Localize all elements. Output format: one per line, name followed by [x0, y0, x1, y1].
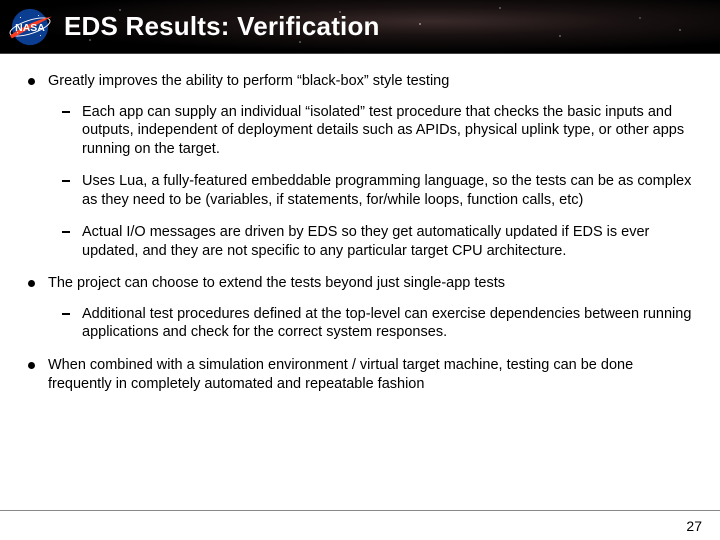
bullet-item: The project can choose to extend the tes…: [22, 274, 698, 342]
sub-bullet-list: Additional test procedures defined at th…: [48, 305, 698, 342]
slide-title: EDS Results: Verification: [64, 11, 380, 42]
bullet-text: Greatly improves the ability to perform …: [48, 73, 449, 89]
sub-bullet-text: Additional test procedures defined at th…: [82, 306, 691, 341]
bullet-text: The project can choose to extend the tes…: [48, 275, 505, 291]
slide-header: NASA EDS Results: Verification: [0, 0, 720, 54]
sub-bullet-text: Actual I/O messages are driven by EDS so…: [82, 224, 649, 259]
page-number: 27: [686, 518, 702, 534]
sub-bullet-item: Uses Lua, a fully-featured embeddable pr…: [48, 172, 698, 209]
sub-bullet-item: Each app can supply an individual “isola…: [48, 103, 698, 159]
slide-footer: 27: [0, 510, 720, 540]
slide: NASA EDS Results: Verification Greatly i…: [0, 0, 720, 540]
nasa-logo-icon: NASA: [6, 7, 54, 47]
slide-body: Greatly improves the ability to perform …: [0, 54, 720, 510]
bullet-list: Greatly improves the ability to perform …: [22, 72, 698, 393]
bullet-text: When combined with a simulation environm…: [48, 357, 633, 392]
bullet-item: When combined with a simulation environm…: [22, 356, 698, 393]
sub-bullet-text: Each app can supply an individual “isola…: [82, 104, 684, 157]
svg-text:NASA: NASA: [15, 22, 45, 33]
sub-bullet-item: Actual I/O messages are driven by EDS so…: [48, 223, 698, 260]
sub-bullet-item: Additional test procedures defined at th…: [48, 305, 698, 342]
sub-bullet-text: Uses Lua, a fully-featured embeddable pr…: [82, 173, 691, 208]
sub-bullet-list: Each app can supply an individual “isola…: [48, 103, 698, 261]
bullet-item: Greatly improves the ability to perform …: [22, 72, 698, 260]
